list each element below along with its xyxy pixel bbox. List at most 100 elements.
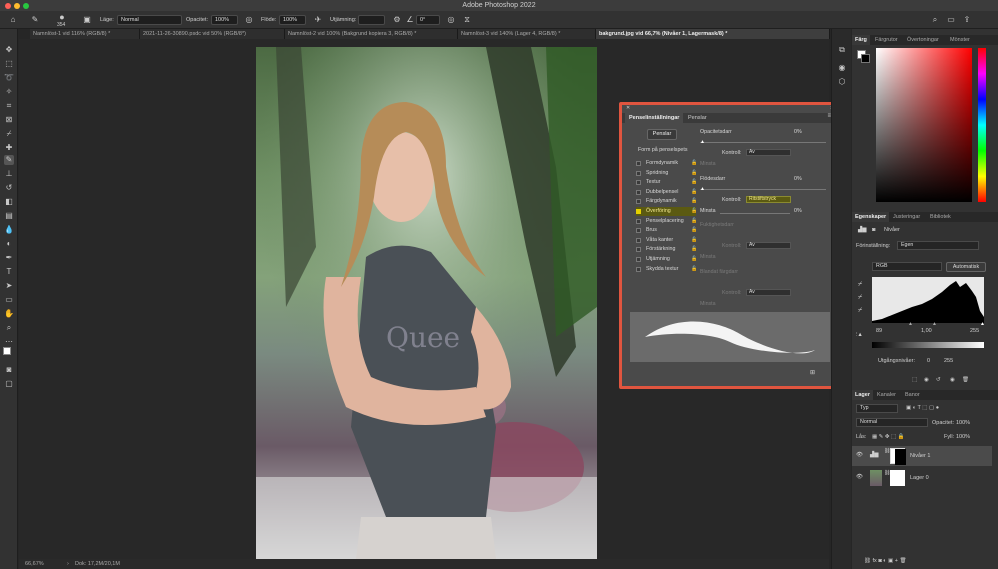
angle-input[interactable]: 0° (416, 15, 440, 25)
output-white-value[interactable]: 255 (944, 358, 953, 364)
input-white-value[interactable]: 255 (970, 328, 979, 334)
brush-option-item[interactable]: Förstärkning 🔓 (636, 245, 697, 254)
tab-channels[interactable]: Kanaler (874, 390, 899, 400)
layer-filter-select[interactable]: Typ (856, 404, 898, 413)
blend-mode-select[interactable]: Normal (856, 418, 928, 427)
layer-bottom-icons[interactable]: ⛓ fx ◙ ◐ ▣ + 🗑 (864, 558, 906, 564)
checkbox[interactable] (636, 266, 641, 272)
close-icon[interactable]: ✕ (626, 105, 630, 111)
slider-handle-icon[interactable]: ▲ (700, 186, 705, 192)
flow-jitter-value[interactable]: 0% (794, 176, 802, 182)
lock-icon[interactable]: 🔓 (691, 178, 697, 187)
layer-mask-thumbnail[interactable] (890, 470, 905, 486)
opacity-jitter-slider[interactable] (700, 142, 826, 143)
workspace-icon[interactable]: ▭ (946, 15, 956, 25)
history-brush-tool-icon[interactable]: ↺ (4, 183, 14, 193)
lock-icon[interactable]: 🔓 (691, 236, 697, 245)
tab-brushes[interactable]: Penslar (684, 113, 711, 123)
tab-layers[interactable]: Lager (852, 390, 873, 400)
new-brush-icon[interactable]: ⊞ (810, 369, 815, 376)
3d-icon[interactable]: ⬡ (837, 77, 847, 87)
flow-control-select[interactable]: Ritstiftstryck (746, 196, 791, 203)
tab-document-4[interactable]: Namnlöst-3 vid 140% (Lager 4, RGB/8) * (458, 29, 596, 39)
eraser-tool-icon[interactable]: ◧ (4, 197, 14, 207)
channel-select[interactable]: RGB (872, 262, 942, 271)
lock-icon[interactable]: 🔓 (691, 226, 697, 235)
layer-row-lager-0[interactable]: 👁 ⛓ Lager 0 (852, 468, 992, 488)
lock-icon[interactable]: 🔓 (691, 207, 697, 216)
preset-select[interactable]: Egen (897, 241, 979, 250)
brush-option-item[interactable]: Våta kanter 🔓 (636, 236, 697, 245)
tab-patterns[interactable]: Mönster (947, 35, 973, 45)
tab-properties[interactable]: Egenskaper (852, 212, 890, 222)
home-icon[interactable]: ⌂ (8, 15, 18, 25)
checkbox[interactable] (636, 257, 641, 262)
gamma-input-slider[interactable]: ▲ (932, 321, 937, 327)
tab-gradients[interactable]: Övertoningar (904, 35, 942, 45)
minimum-slider[interactable] (720, 213, 790, 214)
brush-option-item[interactable]: Utjämning 🔓 (636, 255, 697, 264)
eyedropper-tool-icon[interactable]: ⌿ (4, 129, 14, 139)
gear-icon[interactable]: ⚙ (392, 15, 402, 25)
opacity-input[interactable]: 100% (211, 15, 238, 25)
tab-paths[interactable]: Banor (902, 390, 923, 400)
more-tools-icon[interactable]: ⋯ (4, 337, 14, 347)
black-input-slider[interactable]: ▲ (908, 321, 913, 327)
brush-option-item[interactable]: Överföring 🔓 (636, 207, 697, 216)
checkbox[interactable] (636, 170, 641, 176)
pen-tool-icon[interactable]: ✒ (4, 253, 14, 263)
input-black-value[interactable]: 89 (876, 328, 882, 334)
visibility-icon[interactable]: ◉ (950, 377, 955, 383)
lasso-tool-icon[interactable]: ➰ (4, 73, 14, 83)
minimum-value[interactable]: 0% (794, 208, 802, 214)
brush-option-item[interactable]: Dubbelpensel 🔓 (636, 188, 697, 197)
adjustments-icon[interactable]: ◉ (837, 63, 847, 73)
brush-option-item[interactable]: Penselplacering 🔓 (636, 217, 697, 226)
brush-option-item[interactable]: Brus 🔓 (636, 226, 697, 235)
lock-icon[interactable]: 🔓 (691, 265, 697, 274)
lock-icon[interactable]: 🔓 (691, 159, 697, 168)
tab-document-1[interactable]: Namnlöst-1 vid 116% (RGB/8) * (30, 29, 140, 39)
tab-libraries[interactable]: Bibliotek (927, 212, 954, 222)
clip-icon[interactable]: ⫶▲ (856, 332, 863, 339)
auto-button[interactable]: Automatisk (946, 262, 986, 272)
pressure-size-icon[interactable]: ◎ (446, 15, 456, 25)
smoothing-input[interactable] (358, 15, 385, 25)
shape-tool-icon[interactable]: ▭ (4, 295, 14, 305)
checkbox[interactable] (636, 189, 641, 195)
fill-value[interactable]: 100% (956, 434, 970, 440)
minimize-window-button[interactable] (14, 3, 20, 9)
eye-icon[interactable]: 👁 (856, 474, 863, 480)
lock-icon[interactable]: 🔓 (691, 255, 697, 264)
airbrush-icon[interactable]: ✈ (313, 15, 323, 25)
document-canvas-photo[interactable]: Quee (256, 47, 597, 559)
brush-option-item[interactable]: Formdynamik 🔓 (636, 159, 697, 168)
checkbox[interactable] (636, 237, 641, 243)
brush-option-item[interactable]: Färgdynamik 🔓 (636, 197, 697, 206)
tab-brush-settings[interactable]: Penselinställningar (625, 113, 684, 123)
checkbox[interactable] (636, 247, 641, 253)
slider-handle-icon[interactable]: ▲ (700, 139, 705, 145)
type-tool-icon[interactable]: T (4, 267, 14, 277)
checkbox[interactable] (636, 180, 641, 186)
flow-input[interactable]: 100% (279, 15, 306, 25)
checkbox[interactable] (636, 228, 641, 234)
close-window-button[interactable] (5, 3, 11, 9)
layer-row-levels[interactable]: 👁 ▟▆ ⛓ Nivåer 1 (852, 446, 992, 466)
symmetry-icon[interactable]: ⧖ (462, 15, 472, 25)
brush-tool-icon[interactable]: ✎ (4, 155, 14, 165)
marquee-tool-icon[interactable]: ⬚ (4, 59, 14, 69)
lock-icon[interactable]: 🔓 (691, 217, 697, 226)
brush-option-item[interactable]: Textur 🔓 (636, 178, 697, 187)
foreground-color-swatch[interactable] (3, 347, 11, 355)
tab-document-3[interactable]: Namnlöst-2 vid 100% (Bakgrund kopiera 3,… (285, 29, 458, 39)
tab-adjustments[interactable]: Justeringar (890, 212, 923, 222)
maximize-window-button[interactable] (23, 3, 29, 9)
lock-icon[interactable]: 🔓 (691, 169, 697, 178)
crop-tool-icon[interactable]: ⌗ (4, 101, 14, 111)
tab-document-2[interactable]: 2021-11-26-30890.psdc vid 50% (RGB/8*) (140, 29, 285, 39)
flow-jitter-slider[interactable] (700, 189, 826, 190)
color-picker-field[interactable] (876, 48, 972, 202)
filter-icons[interactable]: ▣ ◐ T ⬚ ▢ ● (906, 405, 939, 411)
tab-swatches[interactable]: Färgrutor (872, 35, 901, 45)
